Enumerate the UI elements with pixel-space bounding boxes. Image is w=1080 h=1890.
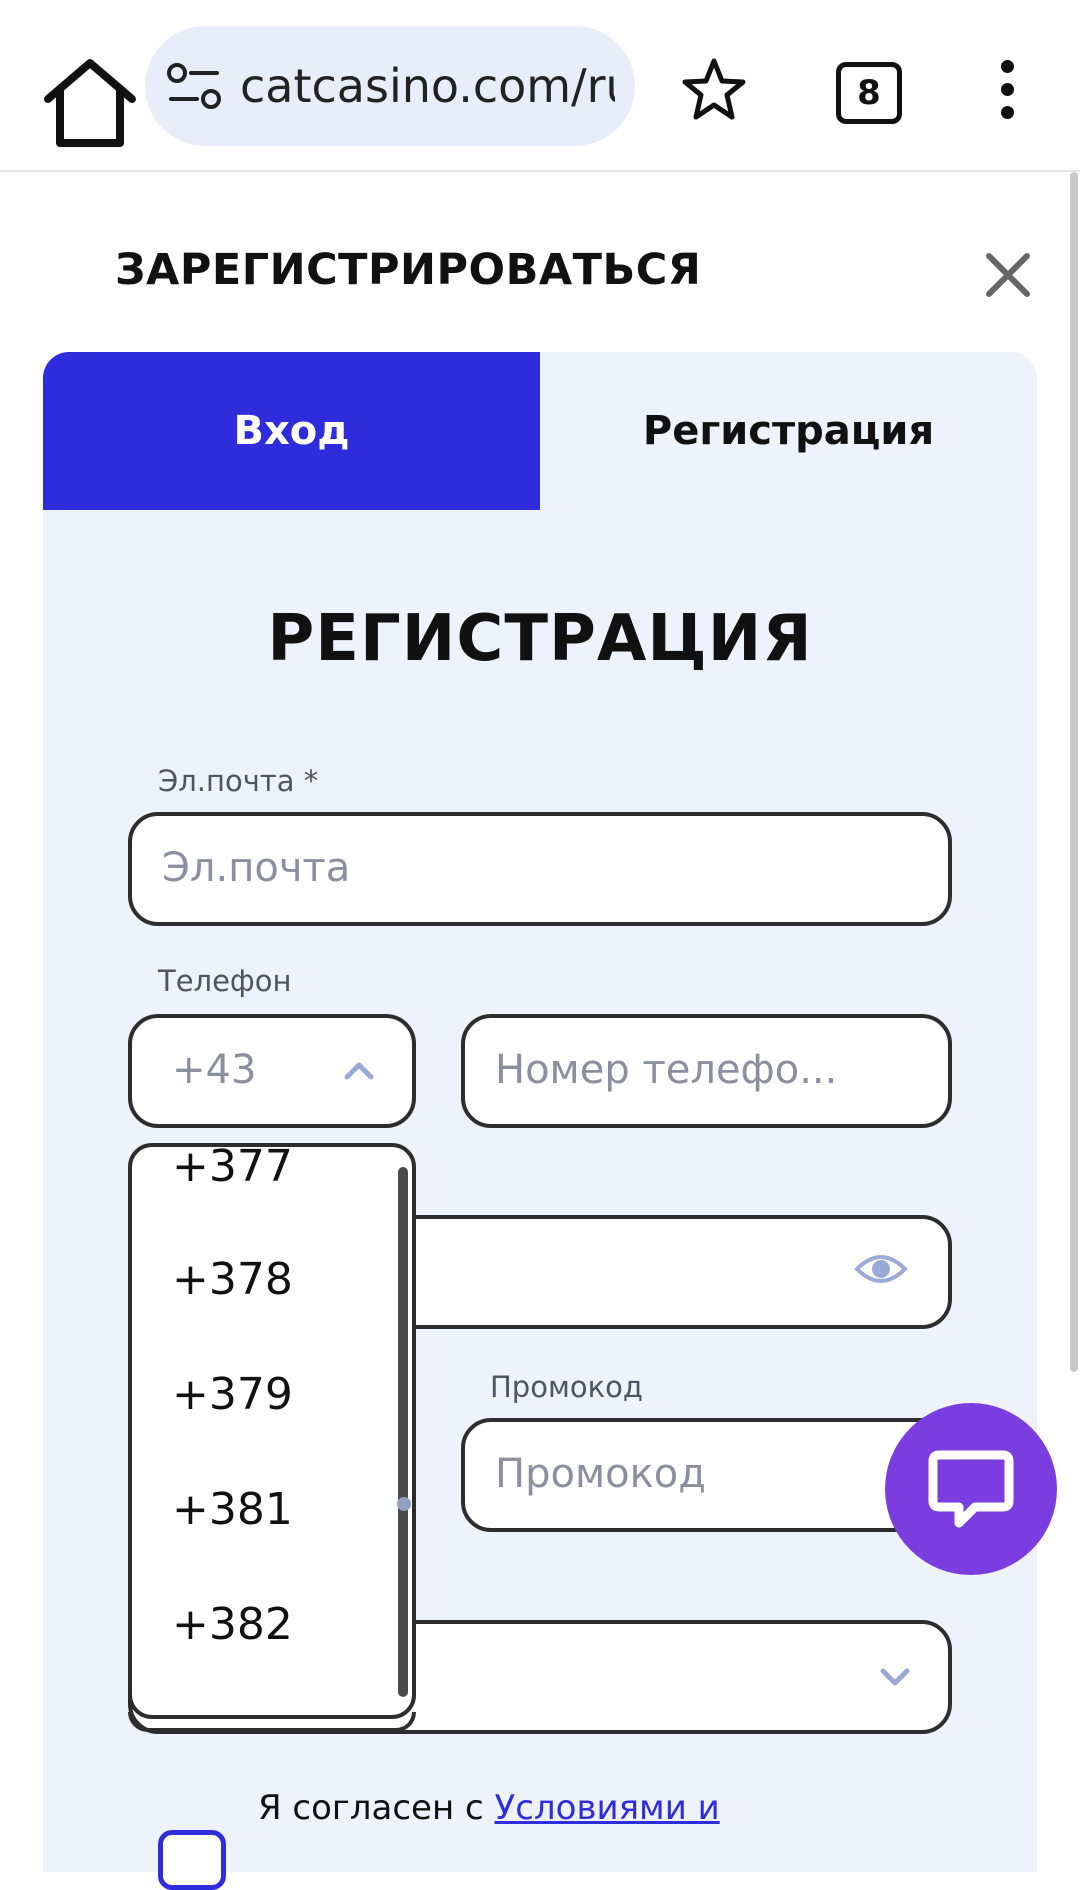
- terms-text: Я согласен с: [258, 1788, 495, 1828]
- terms-link[interactable]: Условиями и: [495, 1788, 720, 1828]
- email-label: Эл.почта *: [158, 764, 319, 798]
- promo-label: Промокод: [490, 1370, 643, 1404]
- url-text[interactable]: catcasino.com/ru: [240, 56, 615, 116]
- tab-register[interactable]: Регистрация: [540, 352, 1037, 510]
- close-icon[interactable]: [985, 252, 1031, 298]
- email-field[interactable]: Эл.почта: [128, 812, 952, 926]
- chat-bubble-icon: [928, 1450, 1014, 1528]
- page-scrollbar[interactable]: [1070, 172, 1078, 1372]
- phone-label: Телефон: [158, 964, 292, 998]
- dropdown-option[interactable]: +381: [172, 1484, 293, 1535]
- terms-agreement: Я согласен с Условиями и: [258, 1788, 720, 1828]
- address-bar[interactable]: catcasino.com/ru: [145, 26, 635, 146]
- site-settings-icon[interactable]: [165, 59, 225, 113]
- chat-button[interactable]: [885, 1403, 1057, 1575]
- tab-login[interactable]: Вход: [43, 352, 540, 510]
- phone-number-placeholder: Номер телефо...: [495, 1047, 838, 1093]
- chevron-up-icon: [344, 1062, 374, 1080]
- chevron-down-icon: [880, 1668, 910, 1686]
- browser-toolbar: catcasino.com/ru 8: [0, 0, 1080, 172]
- phone-code-select[interactable]: +43: [128, 1014, 416, 1128]
- tab-switcher-button[interactable]: 8: [836, 62, 902, 124]
- more-menu-icon[interactable]: [998, 60, 1016, 120]
- dropdown-option[interactable]: +379: [172, 1369, 293, 1420]
- dropdown-scrollbar[interactable]: [398, 1167, 408, 1697]
- bookmark-star-icon[interactable]: [682, 57, 746, 121]
- phone-code-dropdown[interactable]: +377 +378 +379 +381 +382: [128, 1143, 416, 1719]
- phone-code-value: +43: [172, 1047, 257, 1093]
- dropdown-option[interactable]: +377: [172, 1147, 293, 1192]
- phone-number-field[interactable]: Номер телефо...: [461, 1014, 952, 1128]
- home-icon[interactable]: [40, 55, 140, 155]
- form-heading: РЕГИСТРАЦИЯ: [267, 602, 813, 676]
- scroll-indicator-dot: [397, 1497, 411, 1511]
- terms-checkbox[interactable]: [158, 1830, 226, 1890]
- promo-placeholder: Промокод: [495, 1451, 706, 1497]
- dropdown-option[interactable]: +382: [172, 1599, 293, 1650]
- eye-icon[interactable]: [854, 1249, 908, 1289]
- modal-title: ЗАРЕГИСТРИРОВАТЬСЯ: [115, 245, 702, 295]
- email-placeholder: Эл.почта: [162, 845, 351, 891]
- promo-field[interactable]: Промокод: [461, 1418, 952, 1532]
- dropdown-option[interactable]: +378: [172, 1254, 293, 1305]
